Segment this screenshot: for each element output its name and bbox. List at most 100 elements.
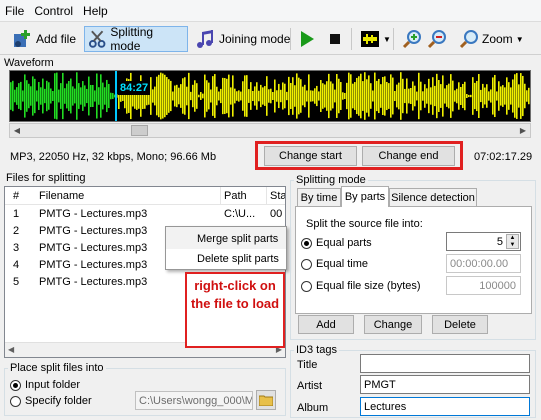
menu-item-merge-split-parts[interactable]: Merge split parts — [166, 229, 286, 249]
menu-item-delete-split-parts[interactable]: Delete split parts — [166, 249, 286, 269]
change-start-button[interactable]: Change start — [264, 146, 357, 166]
waveform-sample — [470, 94, 472, 98]
waveform-sample — [336, 74, 338, 118]
scroll-left-arrow-icon[interactable]: ◀ — [8, 345, 14, 354]
waveform-sample — [62, 72, 64, 120]
equal-time-radio[interactable] — [301, 259, 312, 270]
waveform-sample — [308, 74, 310, 118]
menu-file[interactable]: File — [0, 4, 29, 18]
chevron-down-icon[interactable]: ▼ — [383, 35, 391, 44]
stop-button[interactable] — [324, 26, 346, 52]
column-filename[interactable]: Filename — [39, 190, 84, 202]
waveform-sample — [302, 86, 304, 106]
tab-by-parts[interactable]: By parts — [341, 186, 389, 207]
zoom-out-button[interactable] — [424, 26, 450, 52]
zoom-label: Zoom — [482, 32, 513, 46]
menu-help[interactable]: Help — [78, 4, 113, 18]
folder-path-field[interactable]: C:\Users\wongg_000\Mus — [135, 391, 253, 410]
waveform-sample — [292, 77, 294, 115]
spin-arrows-icon[interactable]: ▲ ▼ — [506, 234, 519, 249]
waveform-sample — [404, 88, 406, 104]
column-number[interactable]: # — [13, 190, 19, 202]
scroll-thumb[interactable] — [131, 125, 148, 136]
tab-by-time[interactable]: By time — [297, 188, 341, 206]
table-row[interactable]: 1 PMTG - Lectures.mp3 C:\U... 00 — [5, 206, 285, 223]
waveform-sample — [158, 74, 160, 118]
parts-count-spinner[interactable]: 5 ▲ ▼ — [446, 232, 521, 251]
play-button[interactable] — [295, 26, 319, 52]
waveform-sample — [388, 83, 390, 109]
splitting-mode-button[interactable]: Splitting mode — [84, 25, 188, 53]
input-folder-radio[interactable] — [10, 380, 21, 391]
waveform-sample — [182, 78, 184, 114]
waveform-sample — [490, 89, 492, 103]
waveform-sample — [366, 79, 368, 113]
waveform-sample — [230, 87, 232, 105]
waveform-sample — [76, 72, 78, 120]
waveform-sample — [34, 78, 36, 114]
waveform-sample — [400, 72, 402, 120]
waveform-sample — [376, 80, 378, 112]
browse-folder-button[interactable] — [256, 390, 276, 410]
add-file-button[interactable]: Add file — [8, 26, 79, 52]
add-file-label: Add file — [36, 32, 77, 46]
waveform-sample — [332, 83, 334, 109]
waveform-scrollbar[interactable]: ◀ ▶ — [9, 123, 531, 138]
column-status[interactable]: Sta — [270, 190, 285, 202]
waveform-sample — [320, 79, 322, 113]
waveform-sample — [58, 89, 60, 103]
waveform-sample — [164, 74, 166, 118]
waveform-sample — [212, 76, 214, 116]
specify-folder-radio[interactable] — [10, 396, 21, 407]
playback-cursor[interactable] — [115, 71, 117, 121]
equal-parts-radio[interactable] — [301, 238, 312, 249]
toolbar-separator — [351, 28, 352, 50]
equal-size-field[interactable]: 100000 — [446, 276, 521, 295]
album-field[interactable]: Lectures — [360, 397, 530, 416]
change-end-button[interactable]: Change end — [362, 146, 455, 166]
waveform-sample — [480, 89, 482, 103]
waveform-sample — [386, 81, 388, 111]
scroll-right-arrow-icon[interactable]: ▶ — [516, 124, 530, 137]
waveform-sample — [498, 81, 500, 111]
waveform-sample — [186, 86, 188, 106]
waveform-sample — [420, 81, 422, 111]
menu-control[interactable]: Control — [29, 4, 78, 18]
zoom-in-button[interactable] — [399, 26, 425, 52]
equal-parts-label: Equal parts — [316, 237, 372, 249]
waveform-sample — [346, 82, 348, 110]
waveform-sample — [74, 88, 76, 104]
change-button[interactable]: Change — [364, 315, 422, 334]
waveform-sample — [350, 74, 352, 118]
waveform-sample — [396, 84, 398, 108]
waveform-sample — [442, 75, 444, 117]
music-notes-icon — [197, 30, 213, 48]
waveform-sample — [20, 81, 22, 111]
equal-size-radio[interactable] — [301, 281, 312, 292]
waveform-sample — [276, 90, 278, 102]
waveform-display[interactable]: 84:27 — [9, 70, 531, 122]
waveform-label: Waveform — [4, 57, 54, 69]
delete-button[interactable]: Delete — [432, 315, 488, 334]
title-field[interactable] — [360, 354, 530, 373]
equal-time-field[interactable]: 00:00:00.00 — [446, 254, 521, 273]
splitting-mode-label: Splitting mode — [294, 174, 368, 186]
waveform-view-button[interactable]: ▼ — [357, 26, 394, 52]
add-button[interactable]: Add — [298, 315, 354, 334]
waveform-sample — [66, 83, 68, 109]
scroll-left-arrow-icon[interactable]: ◀ — [10, 124, 24, 137]
waveform-sample — [340, 82, 342, 110]
waveform-sample — [192, 84, 194, 108]
joining-mode-button[interactable]: Joining mode — [191, 26, 293, 52]
waveform-sample — [326, 81, 328, 111]
equal-size-label: Equal file size (bytes) — [316, 280, 421, 292]
column-path[interactable]: Path — [224, 190, 247, 202]
tab-silence-detection[interactable]: Silence detection — [389, 188, 477, 206]
waveform-sample — [516, 73, 518, 119]
zoom-menu-button[interactable]: Zoom ▼ — [456, 26, 527, 52]
waveform-sample — [500, 86, 502, 106]
waveform-sample — [328, 73, 330, 119]
artist-field[interactable]: PMGT — [360, 375, 530, 394]
title-label: Title — [297, 359, 318, 371]
waveform-sample — [180, 84, 182, 108]
